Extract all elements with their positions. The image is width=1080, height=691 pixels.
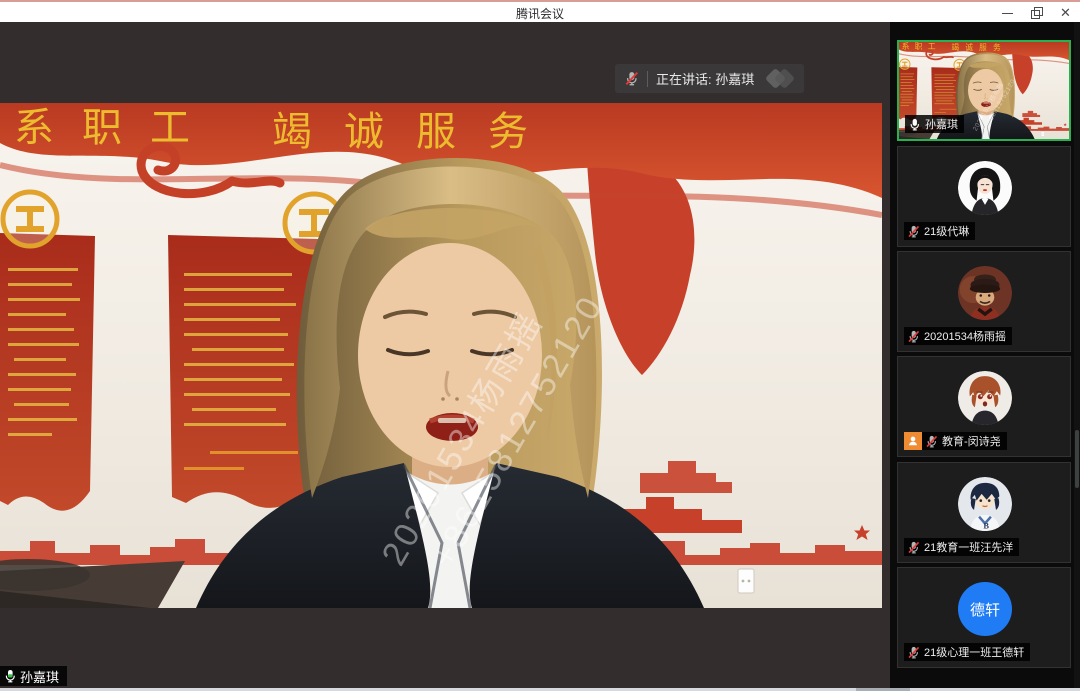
initials-avatar: 德轩 (958, 582, 1012, 636)
mic-on-icon (908, 118, 921, 131)
sidebar-scrollbar[interactable] (1074, 22, 1080, 691)
participant-name: 21教育一班汪先洋 (924, 539, 1013, 555)
participant-label: 21级代琳 (904, 222, 975, 240)
main-video-name-tag: 孙嘉琪 (0, 666, 67, 686)
mic-muted-icon (907, 225, 920, 238)
restore-icon[interactable] (1030, 6, 1043, 19)
main-stage: 正在讲话: 孙嘉琪 孙嘉琪 (0, 22, 890, 691)
participant-tile-dailin[interactable]: 21级代琳 (897, 146, 1071, 247)
host-badge-icon (904, 432, 922, 450)
speaking-banner-text: 正在讲话: 孙嘉琪 (656, 69, 754, 88)
tencent-meeting-window: 腾讯会议 ✕ 正在讲话: 孙嘉琪 孙嘉琪 (0, 0, 1080, 691)
close-icon[interactable]: ✕ (1059, 6, 1072, 19)
minimize-icon[interactable] (1001, 6, 1014, 19)
participant-tile-yangyuyao[interactable]: 20201534杨雨摇 (897, 251, 1071, 352)
svg-text:B: B (983, 520, 989, 530)
participant-tile-wangdexuan[interactable]: 德轩 21级心理一班王德轩 (897, 567, 1071, 668)
avatar: B (958, 477, 1012, 531)
mic-active-icon (3, 669, 17, 683)
participant-name: 教育-闵诗尧 (942, 433, 1001, 449)
mic-muted-icon (624, 71, 639, 86)
participant-tile-wangxianyang[interactable]: B 21教育一班汪先洋 (897, 462, 1071, 563)
participant-label: 21级心理一班王德轩 (904, 643, 1030, 661)
participant-label: 20201534杨雨摇 (904, 327, 1012, 345)
window-title: 腾讯会议 (0, 5, 1080, 22)
speaking-banner: 正在讲话: 孙嘉琪 (615, 64, 804, 93)
mic-muted-icon (907, 646, 920, 659)
main-video[interactable] (0, 103, 882, 608)
titlebar: 腾讯会议 ✕ (0, 0, 1080, 22)
participant-name: 20201534杨雨摇 (924, 328, 1006, 344)
photo-man-costume-avatar (958, 266, 1012, 320)
mic-muted-icon (925, 435, 938, 448)
anime-orange-hair-avatar (958, 371, 1012, 425)
participant-tile-sunjiaqi[interactable]: 孙嘉琪 (897, 40, 1071, 141)
anime-blue-hair-avatar: B (958, 477, 1012, 531)
mic-muted-icon (907, 541, 920, 554)
participants-sidebar: 孙嘉琪 21级代琳 (890, 22, 1080, 691)
illustrated-woman-avatar (958, 161, 1012, 215)
divider (647, 71, 648, 87)
meeting-logo-icon (768, 71, 792, 86)
participant-name: 21级代琳 (924, 223, 969, 239)
avatar (958, 266, 1012, 320)
participant-name: 孙嘉琪 (925, 116, 958, 132)
mic-muted-icon (907, 330, 920, 343)
avatar-initials-text: 德轩 (970, 599, 1000, 620)
participant-name: 21级心理一班王德轩 (924, 644, 1024, 660)
scrollbar-thumb[interactable] (1075, 430, 1079, 488)
avatar (958, 371, 1012, 425)
window-controls: ✕ (1001, 2, 1072, 22)
avatar (958, 161, 1012, 215)
participant-label: 孙嘉琪 (905, 115, 964, 133)
participant-tile-minshiyao[interactable]: 教育-闵诗尧 (897, 356, 1071, 457)
main-video-name: 孙嘉琪 (20, 667, 59, 686)
participant-label: 教育-闵诗尧 (904, 432, 1007, 450)
participant-label: 21教育一班汪先洋 (904, 538, 1019, 556)
